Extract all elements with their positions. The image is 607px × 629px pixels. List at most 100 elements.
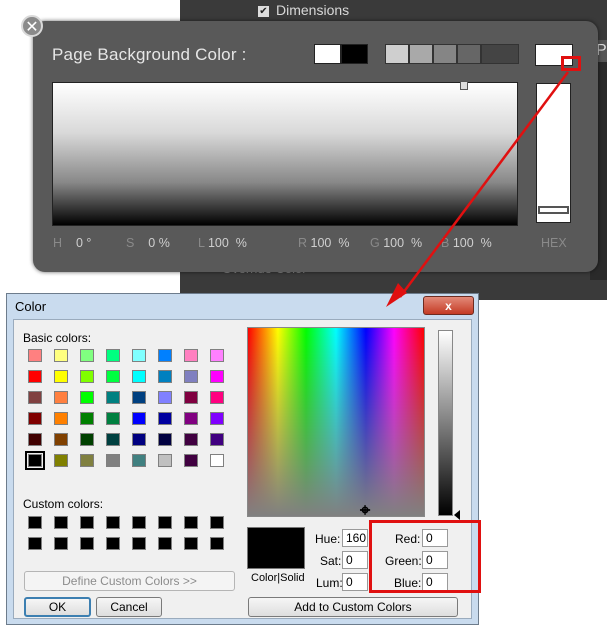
custom-color-swatch-3[interactable] <box>106 516 120 529</box>
luminance-arrow-icon[interactable] <box>454 510 460 520</box>
basic-color-swatch-0[interactable] <box>28 349 42 362</box>
swatch-gray-2[interactable] <box>409 44 433 64</box>
custom-color-swatch-12[interactable] <box>132 537 146 550</box>
basic-color-swatch-40[interactable] <box>25 451 45 470</box>
custom-color-swatch-2[interactable] <box>80 516 94 529</box>
basic-color-swatch-19[interactable] <box>106 391 120 404</box>
hue-input[interactable]: 160 <box>342 529 368 547</box>
custom-color-swatch-5[interactable] <box>158 516 172 529</box>
hue-slider[interactable] <box>536 83 571 223</box>
basic-color-swatch-29[interactable] <box>158 412 172 425</box>
custom-color-swatch-1[interactable] <box>54 516 68 529</box>
checkbox-checked-icon[interactable]: ✔ <box>258 5 269 17</box>
basic-color-swatch-33[interactable] <box>54 433 68 446</box>
swatch-gray-1[interactable] <box>385 44 409 64</box>
rgb-highlight-box <box>369 520 481 593</box>
basic-color-swatch-37[interactable] <box>158 433 172 446</box>
basic-color-swatch-46[interactable] <box>184 454 198 467</box>
basic-color-swatch-8[interactable] <box>28 370 42 383</box>
basic-color-swatch-24[interactable] <box>28 412 42 425</box>
custom-color-swatch-15[interactable] <box>210 537 224 550</box>
swatch-gray-4[interactable] <box>457 44 481 64</box>
lum-input[interactable]: 0 <box>342 573 368 591</box>
basic-color-swatch-35[interactable] <box>106 433 120 446</box>
r-readout: R 100 % <box>298 236 350 250</box>
hex-readout[interactable]: HEX <box>541 236 567 250</box>
lum-label: Lum: <box>316 576 343 590</box>
basic-color-swatch-5[interactable] <box>158 349 172 362</box>
hue-slider-handle[interactable] <box>538 206 569 214</box>
basic-color-swatch-11[interactable] <box>106 370 120 383</box>
custom-color-swatch-7[interactable] <box>210 516 224 529</box>
basic-color-swatch-4[interactable] <box>132 349 146 362</box>
spectrum-crosshair-icon[interactable]: ⌖ <box>360 500 370 521</box>
custom-color-swatch-10[interactable] <box>80 537 94 550</box>
cancel-button[interactable]: Cancel <box>96 597 162 617</box>
basic-color-swatch-22[interactable] <box>184 391 198 404</box>
custom-color-swatch-8[interactable] <box>28 537 42 550</box>
custom-color-swatch-9[interactable] <box>54 537 68 550</box>
basic-color-swatch-45[interactable] <box>158 454 172 467</box>
basic-color-swatch-38[interactable] <box>184 433 198 446</box>
basic-color-swatch-27[interactable] <box>106 412 120 425</box>
basic-color-swatch-30[interactable] <box>184 412 198 425</box>
g-readout: G 100 % <box>370 236 423 250</box>
basic-color-swatch-47[interactable] <box>210 454 224 467</box>
basic-color-swatch-17[interactable] <box>54 391 68 404</box>
swatch-gray-5[interactable] <box>481 44 519 64</box>
basic-color-swatch-15[interactable] <box>210 370 224 383</box>
dialog-close-button[interactable]: x <box>423 296 474 315</box>
basic-color-swatch-36[interactable] <box>132 433 146 446</box>
basic-color-swatch-20[interactable] <box>132 391 146 404</box>
close-icon[interactable]: ✕ <box>21 15 43 37</box>
basic-color-swatch-10[interactable] <box>80 370 94 383</box>
basic-color-swatch-13[interactable] <box>158 370 172 383</box>
highlight-box <box>561 56 581 71</box>
basic-color-swatch-44[interactable] <box>132 454 146 467</box>
sat-input[interactable]: 0 <box>342 551 368 569</box>
add-to-custom-colors-button[interactable]: Add to Custom Colors <box>248 597 458 617</box>
basic-color-swatch-32[interactable] <box>28 433 42 446</box>
basic-color-swatch-18[interactable] <box>80 391 94 404</box>
basic-color-swatch-25[interactable] <box>54 412 68 425</box>
basic-color-swatch-28[interactable] <box>132 412 146 425</box>
saturation-lightness-field[interactable] <box>52 82 518 226</box>
custom-color-swatch-0[interactable] <box>28 516 42 529</box>
basic-color-swatch-9[interactable] <box>54 370 68 383</box>
basic-color-swatch-2[interactable] <box>80 349 94 362</box>
basic-color-swatch-34[interactable] <box>80 433 94 446</box>
basic-color-swatch-21[interactable] <box>158 391 172 404</box>
custom-color-swatch-14[interactable] <box>184 537 198 550</box>
basic-color-swatch-23[interactable] <box>210 391 224 404</box>
custom-color-swatch-6[interactable] <box>184 516 198 529</box>
basic-color-swatch-12[interactable] <box>132 370 146 383</box>
basic-color-swatch-6[interactable] <box>184 349 198 362</box>
swatch-gray-3[interactable] <box>433 44 457 64</box>
luminance-bar[interactable] <box>438 330 453 516</box>
define-custom-colors-button[interactable]: Define Custom Colors >> <box>24 571 235 591</box>
basic-color-swatch-43[interactable] <box>106 454 120 467</box>
basic-color-swatch-16[interactable] <box>28 391 42 404</box>
basic-color-swatch-26[interactable] <box>80 412 94 425</box>
custom-color-swatch-4[interactable] <box>132 516 146 529</box>
custom-color-swatch-13[interactable] <box>158 537 172 550</box>
dimensions-option[interactable]: ✔ Dimensions <box>258 2 349 18</box>
basic-color-swatch-31[interactable] <box>210 412 224 425</box>
custom-color-swatch-11[interactable] <box>106 537 120 550</box>
basic-color-swatch-1[interactable] <box>54 349 68 362</box>
swatch-black[interactable] <box>341 44 368 64</box>
basic-color-swatch-3[interactable] <box>106 349 120 362</box>
basic-color-swatch-14[interactable] <box>184 370 198 383</box>
custom-colors-label: Custom colors: <box>23 497 104 511</box>
basic-color-swatch-7[interactable] <box>210 349 224 362</box>
ok-button[interactable]: OK <box>24 597 91 617</box>
basic-color-swatch-41[interactable] <box>54 454 68 467</box>
color-spectrum[interactable] <box>247 327 425 517</box>
l-readout: L 100 % <box>198 236 247 250</box>
basic-color-swatch-39[interactable] <box>210 433 224 446</box>
custom-colors-grid <box>28 516 236 558</box>
panel-title: Page Background Color : <box>52 45 247 64</box>
color-picker-marker[interactable] <box>460 81 468 90</box>
basic-color-swatch-42[interactable] <box>80 454 94 467</box>
swatch-white[interactable] <box>314 44 341 64</box>
